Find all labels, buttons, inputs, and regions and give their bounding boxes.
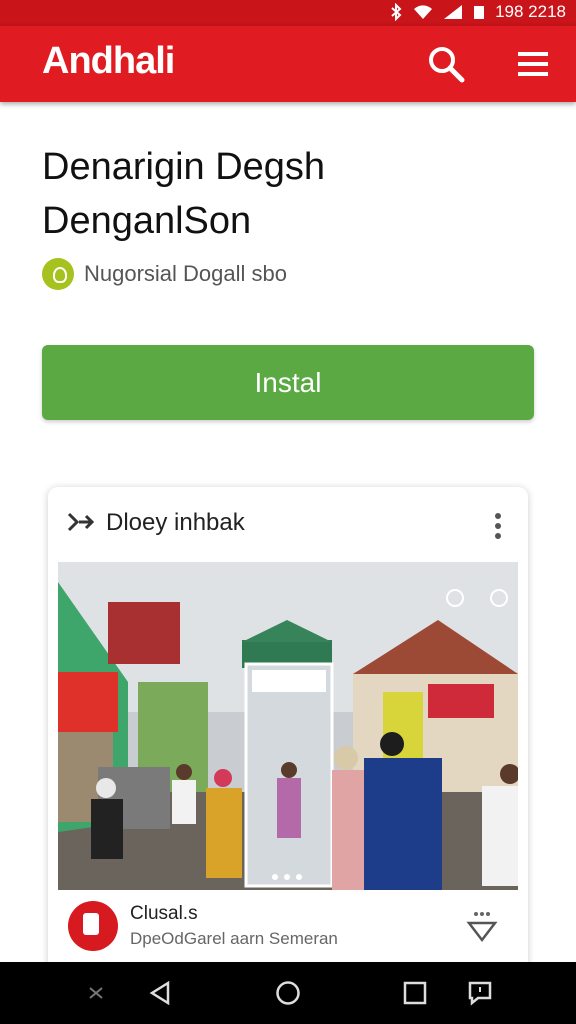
app-title: Denarigin Degsh DenganlSon [42,140,542,248]
more-options-icon[interactable] [488,509,508,543]
developer-icon [42,258,74,290]
app-bar: Andhali [0,26,576,102]
card-app-name: Clusal.s [130,903,198,924]
app-logo [68,901,118,951]
search-icon[interactable] [426,44,466,84]
back-icon[interactable] [147,980,173,1006]
navigation-bar [0,962,576,1024]
app-title-line1: Denarigin Degsh [42,146,326,188]
preview-card: Dloey inhbak Clusal.s DpeOdGarel aarn Se… [48,487,528,987]
developer-name: Nugorsial Dogall sbo [84,261,287,286]
battery-icon [474,6,485,19]
keyboard-hide-icon[interactable] [86,980,106,1006]
recents-icon[interactable] [402,980,428,1006]
status-bar: 198 2218 [0,0,576,26]
street-scene-screenshot[interactable] [58,562,518,890]
wifi-icon [414,5,433,19]
card-footer[interactable]: Clusal.s DpeOdGarel aarn Semeran [68,901,508,971]
signal-icon [444,5,463,19]
assistant-icon[interactable] [467,980,493,1006]
share-icon [67,512,95,532]
home-icon[interactable] [275,980,301,1006]
card-app-description: DpeOdGarel aarn Semeran [130,929,338,948]
card-header[interactable]: Dloey inhbak [66,509,245,537]
expand-icon[interactable] [466,909,498,943]
status-time: 198 2218 [495,2,566,21]
app-title-line2: DenganlSon [42,200,252,242]
install-button[interactable]: Instal [42,345,534,420]
bluetooth-icon [391,3,402,21]
brand-logo[interactable]: Andhali [42,40,175,83]
developer-row[interactable]: Nugorsial Dogall sbo [42,258,287,290]
card-header-label: Dloey inhbak [106,509,245,536]
menu-icon[interactable] [515,48,551,80]
